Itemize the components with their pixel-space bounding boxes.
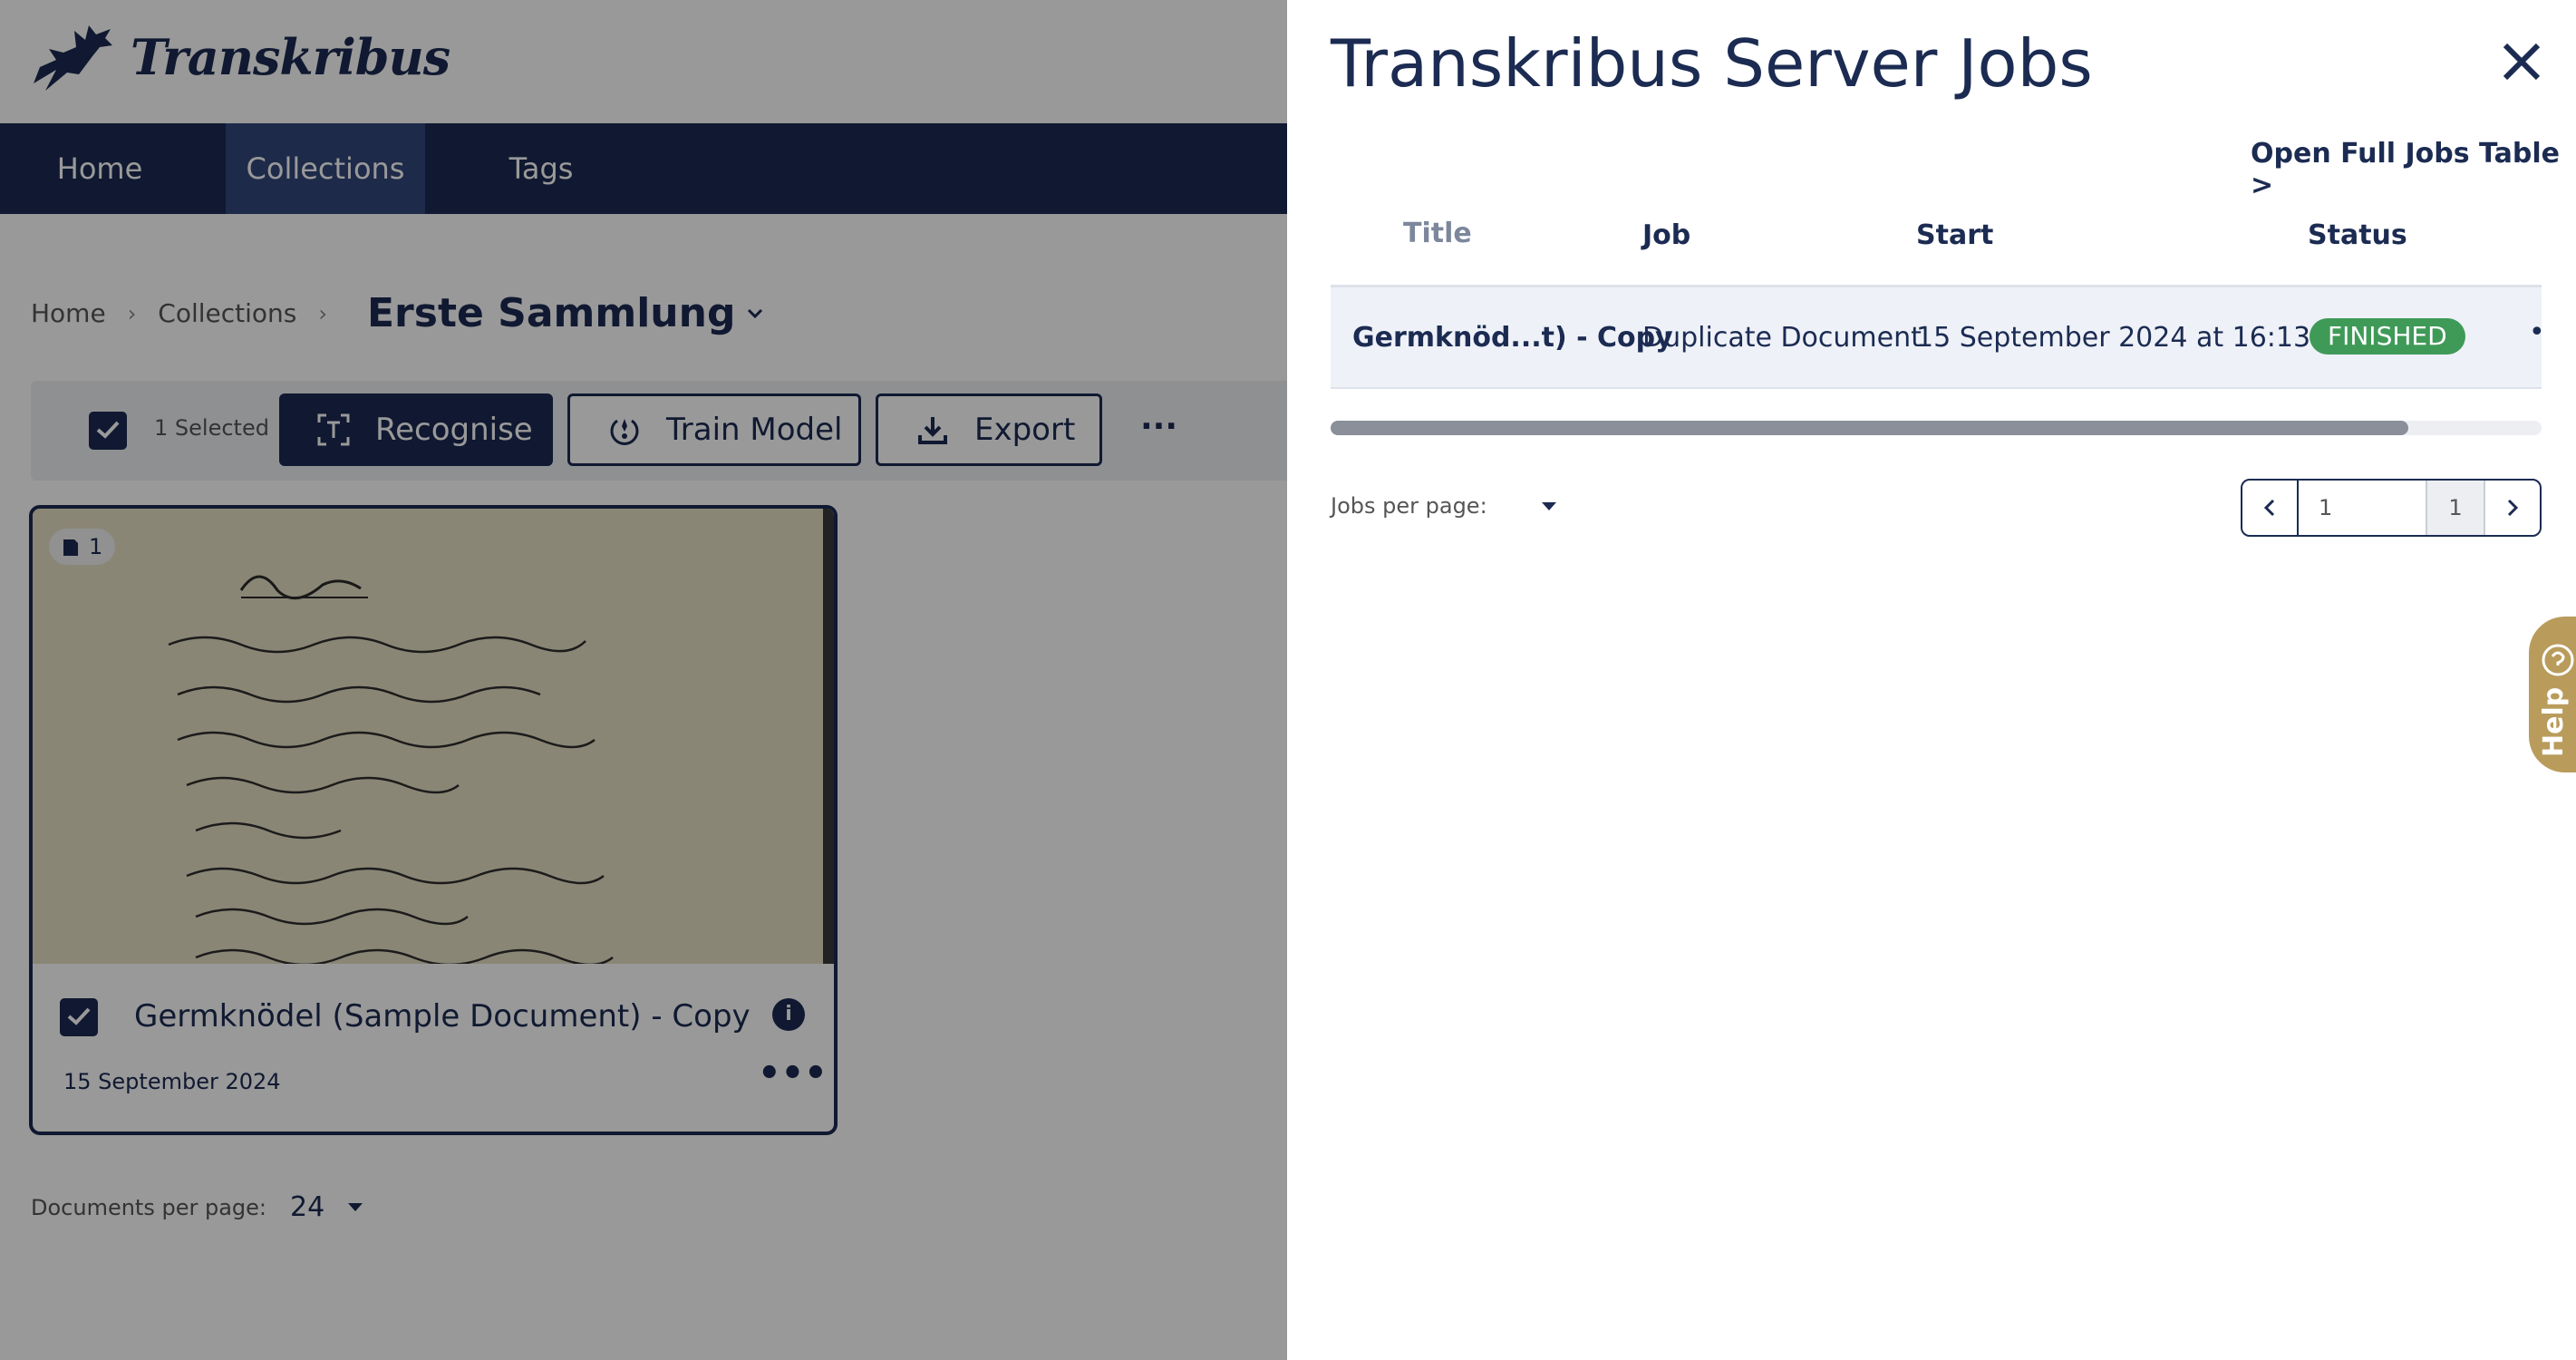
total-pages: 1	[2426, 481, 2484, 535]
server-jobs-panel: Transkribus Server Jobs Open Full Jobs T…	[1287, 0, 2576, 1360]
status-badge: FINISHED	[2310, 318, 2465, 355]
close-icon[interactable]	[2498, 38, 2545, 85]
page-number-input[interactable]	[2299, 481, 2426, 535]
job-start: 15 September 2024 at 16:13:38	[1916, 322, 2355, 354]
horizontal-scrollbar[interactable]	[1331, 421, 2542, 435]
scrollbar-thumb[interactable]	[1331, 421, 2409, 435]
job-type: Duplicate Document	[1642, 322, 1922, 354]
help-label[interactable]: Help	[2538, 687, 2570, 757]
jobs-per-page-dropdown[interactable]	[1541, 501, 1556, 510]
help-circle-icon	[2542, 644, 2574, 676]
column-header-status[interactable]: Status	[2308, 219, 2407, 251]
panel-title: Transkribus Server Jobs	[1331, 25, 2093, 102]
table-row[interactable]: Germknöd...t) - Copy Duplicate Document …	[1331, 287, 2545, 389]
column-header-start[interactable]: Start	[1916, 219, 1993, 251]
jobs-per-page: Jobs per page:	[1331, 493, 1556, 519]
jobs-per-page-label: Jobs per page:	[1331, 493, 1487, 519]
column-header-job[interactable]: Job	[1642, 219, 1690, 251]
modal-backdrop[interactable]	[0, 0, 1287, 1360]
job-title[interactable]: Germknöd...t) - Copy	[1352, 322, 1673, 354]
chevron-right-icon	[2507, 499, 2519, 517]
open-full-jobs-table-link[interactable]: Open Full Jobs Table >	[2251, 138, 2576, 201]
pagination: 1	[2241, 479, 2542, 537]
row-actions-button[interactable]: •	[2529, 316, 2545, 348]
chevron-left-icon	[2263, 499, 2275, 517]
column-header-title[interactable]: Title	[1403, 218, 1472, 249]
previous-page-button[interactable]	[2242, 481, 2299, 535]
next-page-button[interactable]	[2484, 481, 2540, 535]
